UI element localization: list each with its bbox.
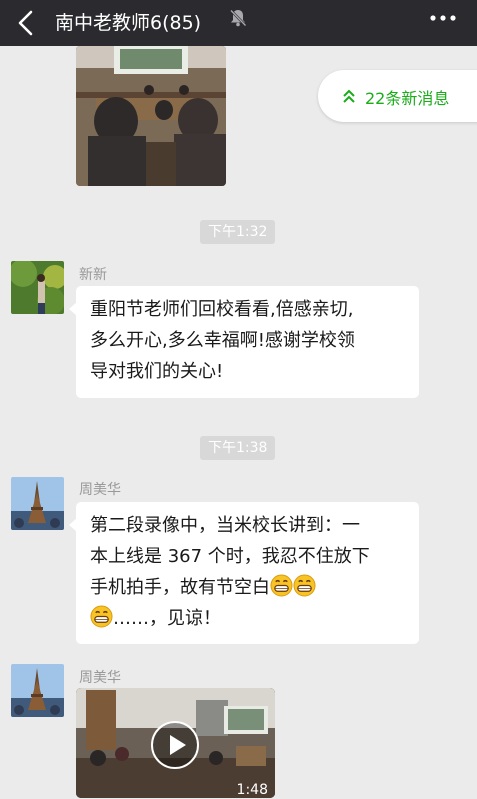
shared-photo[interactable] bbox=[76, 46, 226, 186]
message-line: 导对我们的关心! bbox=[90, 361, 224, 382]
video-message[interactable]: 1:48 bbox=[76, 688, 275, 798]
photo-image bbox=[76, 46, 226, 186]
message-line: 多么开心,多么幸福啊!感谢学校领 bbox=[90, 330, 355, 351]
avatar[interactable] bbox=[11, 664, 64, 717]
chat-header: 南中老教师6(85) bbox=[0, 0, 477, 46]
back-button[interactable] bbox=[12, 5, 42, 41]
sender-name: 周美华 bbox=[79, 670, 121, 686]
timestamp: 下午1:32 bbox=[200, 220, 276, 244]
bell-off-icon bbox=[230, 9, 247, 27]
more-button[interactable] bbox=[425, 10, 461, 34]
new-messages-button[interactable]: 22条新消息 bbox=[318, 70, 477, 122]
message-bubble[interactable]: 重阳节老师们回校看看,倍感亲切, 多么开心,多么幸福啊!感谢学校领 导对我们的关… bbox=[69, 286, 419, 398]
message-line-with-emoji: ……，见谅！ bbox=[90, 603, 405, 634]
avatar-image bbox=[11, 261, 64, 314]
message-bubble[interactable]: 第二段录像中，当米校长讲到：一 本上线是 367 个时，我忍不住放下 手机拍手，… bbox=[69, 502, 419, 644]
avatar-image bbox=[11, 664, 64, 717]
more-dots-icon bbox=[430, 15, 456, 21]
message-line: 本上线是 367 个时，我忍不住放下 bbox=[90, 546, 370, 567]
message-line: 重阳节老师们回校看看,倍感亲切, bbox=[90, 299, 354, 320]
chat-title: 南中老教师6(85) bbox=[55, 12, 202, 34]
grin-emoji-icon bbox=[293, 574, 316, 597]
message-line-with-emoji: 手机拍手，故有节空白 bbox=[90, 572, 405, 603]
play-icon[interactable] bbox=[150, 720, 200, 770]
grin-emoji-icon bbox=[90, 605, 113, 628]
double-chevron-up-icon bbox=[343, 89, 355, 103]
sender-name: 新新 bbox=[79, 267, 107, 283]
message-line: ……，见谅！ bbox=[113, 608, 221, 629]
timestamp: 下午1:38 bbox=[200, 436, 276, 460]
message-line: 手机拍手，故有节空白 bbox=[90, 577, 270, 598]
message-list[interactable]: 22条新消息 下午1:32 新新 重阳节老师们回校看看,倍感亲切, 多么开心,多… bbox=[0, 46, 477, 799]
chevron-left-icon bbox=[18, 10, 33, 36]
sender-name: 周美华 bbox=[79, 482, 121, 498]
avatar[interactable] bbox=[11, 261, 64, 314]
new-messages-label: 22条新消息 bbox=[365, 89, 450, 108]
message-line: 第二段录像中，当米校长讲到：一 bbox=[90, 515, 360, 536]
avatar[interactable] bbox=[11, 477, 64, 530]
avatar-image bbox=[11, 477, 64, 530]
grin-emoji-icon bbox=[270, 574, 293, 597]
video-duration: 1:48 bbox=[236, 782, 268, 798]
